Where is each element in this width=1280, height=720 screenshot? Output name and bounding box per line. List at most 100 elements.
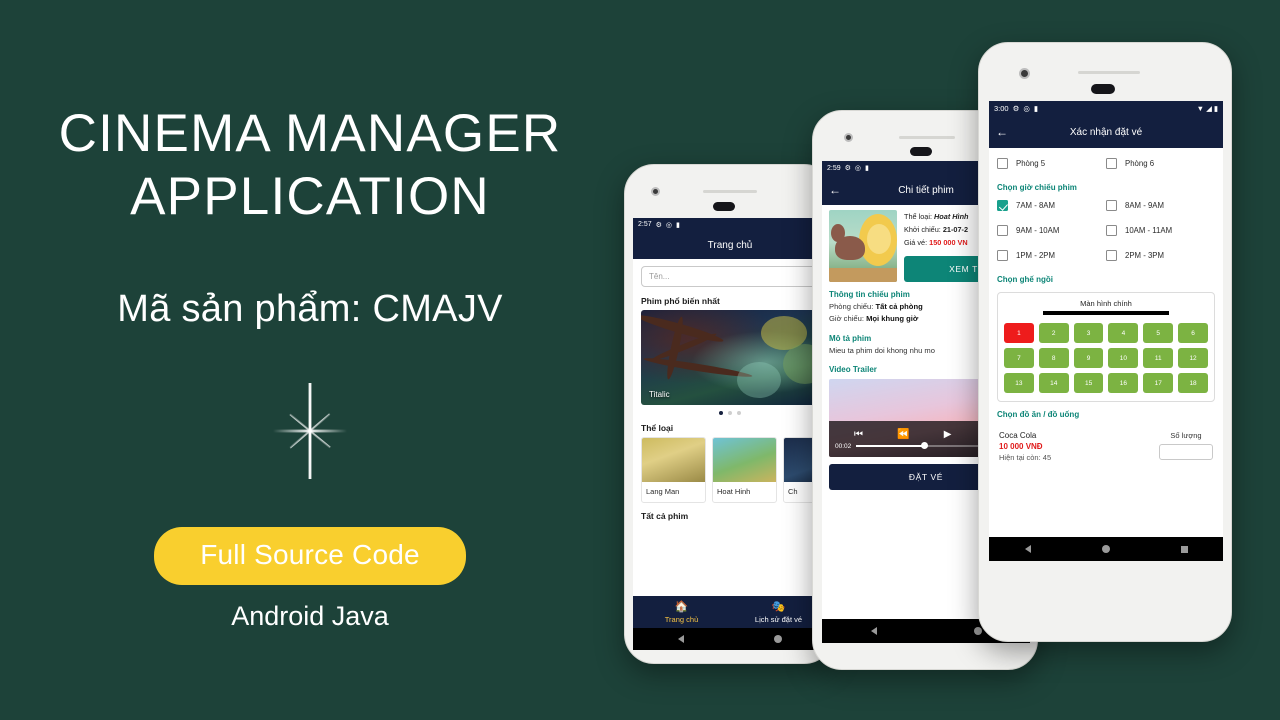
phone1-screen: 2:57 ⚙ ◎ ▮ Trang chủ Tên... Phim phổ biế… (633, 218, 827, 650)
checkbox-icon[interactable] (1106, 158, 1117, 169)
hero-movie-card[interactable]: Titalic (641, 310, 819, 405)
battery-icon: ▮ (676, 221, 680, 229)
cinema-screen-label: Màn hình chính (1080, 299, 1132, 308)
home-nav-icon[interactable] (1101, 545, 1110, 553)
seat[interactable]: 18 (1178, 373, 1208, 393)
food-item-row: Coca Cola 10 000 VNĐ Hiện tại còn: 45 Số… (989, 427, 1223, 462)
seat[interactable]: 2 (1038, 323, 1069, 343)
wifi-icon: ▼ (1196, 104, 1205, 113)
carousel-dot[interactable] (719, 411, 723, 415)
movie-poster (829, 210, 897, 282)
product-code-subtitle: Mã sản phẩm: CMAJV (117, 288, 503, 331)
gear-icon: ⚙ (1012, 104, 1020, 113)
phone-mockup-booking-confirm: 3:00 ⚙ ◎ ▮ ▼ ◢ ▮ ← Xác nhận đặt vé Phòng… (978, 42, 1232, 642)
search-input[interactable]: Tên... (641, 266, 819, 287)
status-right-icons: ▼ ◢ ▮ (1197, 104, 1218, 113)
seat[interactable]: 1 (1004, 323, 1034, 343)
showtime-checkbox-group: 7AM - 8AM 8AM - 9AM 9AM - 10AM 10AM - 11… (989, 200, 1223, 275)
seat[interactable]: 10 (1108, 348, 1139, 368)
seat[interactable]: 17 (1143, 373, 1174, 393)
seat[interactable]: 16 (1108, 373, 1139, 393)
genre-card[interactable]: Hoat Hinh (712, 437, 777, 503)
back-nav-icon[interactable] (870, 627, 877, 635)
back-button[interactable]: ← (996, 126, 1008, 138)
status-time: 2:59 (827, 164, 841, 172)
play-icon[interactable]: ▶ (944, 429, 952, 440)
section-all-movies-title: Tất cả phim (641, 511, 689, 521)
nav-item-home[interactable]: 🏠 Trang chủ (633, 601, 730, 624)
back-button[interactable]: ← (829, 184, 841, 196)
seek-knob[interactable] (920, 442, 928, 449)
home-nav-icon[interactable] (774, 635, 782, 643)
checkbox-icon[interactable] (997, 250, 1008, 261)
page-title: CINEMA MANAGER APPLICATION (30, 103, 590, 228)
seat[interactable]: 12 (1178, 348, 1208, 368)
back-nav-icon[interactable] (678, 635, 684, 643)
seat-map: Màn hình chính 1 2 3 4 5 6 7 8 9 10 11 1… (997, 292, 1215, 402)
checkbox-icon[interactable] (997, 158, 1008, 169)
carousel-dot[interactable] (728, 411, 732, 415)
checkbox-checked-icon[interactable] (997, 200, 1008, 211)
seat[interactable]: 5 (1143, 323, 1174, 343)
carousel-dot[interactable] (737, 411, 741, 415)
home-icon: 🏠 (674, 600, 689, 613)
showtime-checkbox-item[interactable]: 8AM - 9AM (1106, 200, 1215, 211)
genre-card[interactable]: Lang Man (641, 437, 706, 503)
seat[interactable]: 14 (1038, 373, 1069, 393)
room-checkbox-item[interactable]: Phòng 5 (997, 158, 1106, 169)
back-nav-icon[interactable] (1024, 545, 1031, 553)
room-checkbox-item[interactable]: Phòng 6 (1106, 158, 1215, 169)
seat-row: 7 8 9 10 11 12 (1004, 348, 1208, 368)
seat[interactable]: 3 (1073, 323, 1104, 343)
showtime-label: 7AM - 8AM (1016, 201, 1055, 210)
seat[interactable]: 7 (1004, 348, 1034, 368)
page-title-line1: CINEMA MANAGER (58, 104, 562, 163)
recents-nav-icon[interactable] (1180, 545, 1188, 553)
earpiece-speaker (1078, 71, 1140, 74)
showtime-label: 9AM - 10AM (1016, 226, 1060, 235)
system-navigation-bar (633, 628, 827, 650)
movie-genre-label: Thể loại: (904, 212, 932, 221)
showtime-checkbox-item[interactable]: 7AM - 8AM (997, 200, 1106, 211)
sensor-pill (910, 147, 932, 156)
phone3-screen: 3:00 ⚙ ◎ ▮ ▼ ◢ ▮ ← Xác nhận đặt vé Phòng… (989, 101, 1223, 561)
showtime-label: 8AM - 9AM (1125, 201, 1164, 210)
sensor-pill (713, 202, 735, 211)
carousel-dots[interactable] (633, 405, 827, 417)
showtime-checkbox-item[interactable]: 2PM - 3PM (1106, 250, 1215, 261)
seat[interactable]: 11 (1143, 348, 1174, 368)
video-current-time: 00:02 (835, 442, 852, 450)
seat[interactable]: 9 (1073, 348, 1104, 368)
checkbox-icon[interactable] (997, 225, 1008, 236)
showinfo-time-label: Giờ chiếu: (829, 314, 864, 323)
showtime-checkbox-item[interactable]: 1PM - 2PM (997, 250, 1106, 261)
qty-input[interactable] (1159, 444, 1213, 460)
food-price: 10 000 VNĐ (999, 442, 1043, 451)
full-source-code-button[interactable]: Full Source Code (154, 527, 466, 586)
showtime-checkbox-item[interactable]: 10AM - 11AM (1106, 225, 1215, 236)
home-nav-icon[interactable] (973, 627, 982, 635)
seat[interactable]: 6 (1178, 323, 1208, 343)
status-bar: 2:57 ⚙ ◎ ▮ (633, 218, 827, 231)
seat-row: 13 14 15 16 17 18 (1004, 373, 1208, 393)
genre-thumbnail (713, 438, 776, 482)
seat-row: 1 2 3 4 5 6 (1004, 323, 1208, 343)
showtime-label: 10AM - 11AM (1125, 226, 1173, 235)
search-placeholder: Tên... (649, 272, 670, 281)
section-showtime-title: Chọn giờ chiếu phim (997, 183, 1077, 192)
checkbox-icon[interactable] (1106, 225, 1117, 236)
rewind-icon[interactable]: ⏪ (897, 429, 909, 440)
seat[interactable]: 15 (1073, 373, 1104, 393)
qty-label: Số lượng (1170, 431, 1202, 440)
battery-icon: ▮ (1213, 104, 1218, 113)
skip-previous-icon[interactable]: ⏮ (854, 429, 863, 440)
food-qty-group: Số lượng (1159, 431, 1213, 462)
seat[interactable]: 8 (1038, 348, 1069, 368)
seat[interactable]: 4 (1108, 323, 1139, 343)
app-bar: Trang chủ (633, 231, 827, 259)
checkbox-icon[interactable] (1106, 250, 1117, 261)
checkbox-icon[interactable] (1106, 200, 1117, 211)
showtime-checkbox-item[interactable]: 9AM - 10AM (997, 225, 1106, 236)
seat[interactable]: 13 (1004, 373, 1034, 393)
showinfo-room-label: Phòng chiếu: (829, 302, 874, 311)
